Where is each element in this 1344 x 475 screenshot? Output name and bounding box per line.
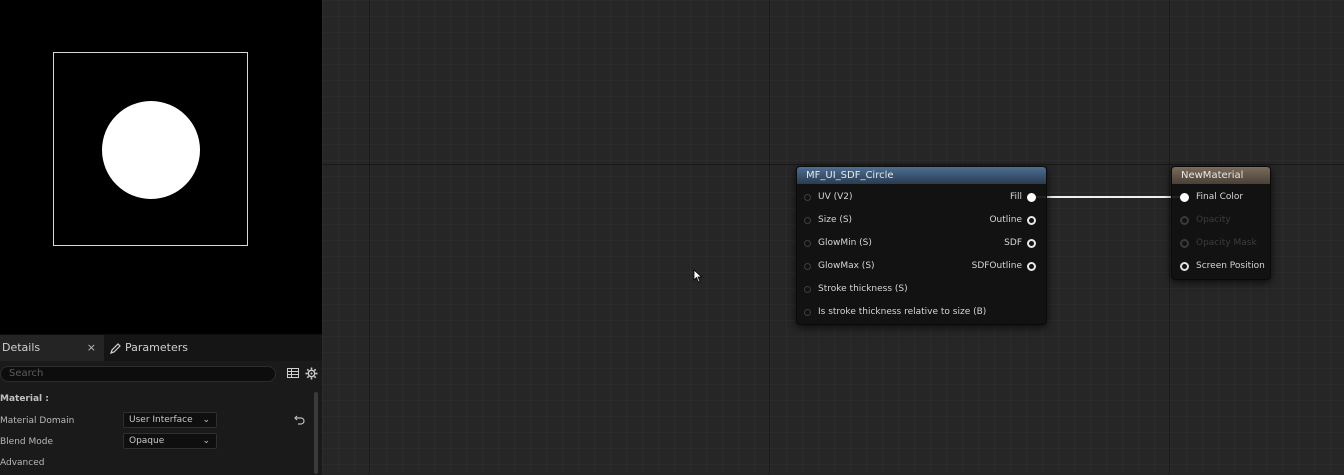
input-pin-final-color[interactable]: [1180, 193, 1189, 202]
chevron-down-icon: ⌄: [202, 415, 210, 425]
blend-mode-label: Blend Mode: [0, 437, 54, 447]
chevron-down-icon: ⌄: [202, 436, 210, 446]
output-label-outline: Outline: [989, 215, 1022, 225]
search-placeholder: Search: [9, 368, 44, 379]
input-pin-opacity-mask[interactable]: [1180, 239, 1189, 248]
table-view-icon[interactable]: [287, 367, 299, 379]
input-pin-uv[interactable]: [804, 194, 811, 201]
input-label-screen-position: Screen Position: [1196, 261, 1265, 271]
input-label-uv: UV (V2): [818, 192, 853, 202]
input-label-glowmin: GlowMin (S): [818, 238, 872, 248]
input-pin-screen-position[interactable]: [1180, 262, 1189, 271]
input-label-final-color: Final Color: [1196, 192, 1244, 202]
details-panel: Details × Parameters: [0, 334, 322, 475]
blend-mode-row: Blend Mode Opaque ⌄: [0, 433, 310, 451]
advanced-section-label[interactable]: Advanced: [0, 458, 44, 468]
close-icon[interactable]: ×: [87, 335, 96, 361]
input-label-opacity-mask: Opacity Mask: [1196, 238, 1257, 248]
tab-details-label: Details: [2, 341, 41, 354]
output-label-sdf: SDF: [1004, 238, 1022, 248]
blend-mode-value: Opaque: [129, 436, 165, 446]
pencil-icon: [110, 342, 121, 354]
mouse-cursor-icon: [693, 269, 703, 283]
input-pin-stroke-thickness[interactable]: [804, 286, 811, 293]
node-title: NewMaterial: [1172, 167, 1270, 184]
output-pin-outline[interactable]: [1027, 216, 1036, 225]
connection-wire[interactable]: [1035, 196, 1183, 198]
material-domain-row: Material Domain User Interface ⌄: [0, 412, 310, 430]
preview-circle-shape: [102, 101, 200, 199]
material-domain-dropdown[interactable]: User Interface ⌄: [123, 412, 217, 428]
tab-parameters-label: Parameters: [125, 341, 188, 354]
tab-parameters[interactable]: Parameters: [110, 335, 230, 361]
node-title: MF_UI_SDF_Circle: [797, 167, 1046, 184]
search-input[interactable]: Search: [0, 366, 276, 382]
input-pin-size[interactable]: [804, 217, 811, 224]
input-pin-glowmin[interactable]: [804, 240, 811, 247]
blend-mode-dropdown[interactable]: Opaque ⌄: [123, 433, 217, 449]
material-domain-label: Material Domain: [0, 416, 75, 426]
reset-to-default-icon[interactable]: [294, 414, 305, 425]
gear-icon[interactable]: [305, 367, 318, 380]
section-material-header[interactable]: Material :: [0, 394, 49, 404]
output-pin-fill[interactable]: [1027, 193, 1036, 202]
output-label-sdfoutline: SDFOutline: [971, 261, 1022, 271]
details-tabbar: Details × Parameters: [0, 335, 322, 361]
output-label-fill: Fill: [1009, 192, 1022, 202]
input-label-opacity: Opacity: [1196, 215, 1231, 225]
material-domain-value: User Interface: [129, 415, 193, 425]
details-scrollbar[interactable]: [314, 392, 318, 474]
input-pin-opacity[interactable]: [1180, 216, 1189, 225]
input-pin-stroke-relative[interactable]: [804, 309, 811, 316]
input-pin-glowmax[interactable]: [804, 263, 811, 270]
input-label-glowmax: GlowMax (S): [818, 261, 875, 271]
tab-details[interactable]: Details ×: [0, 335, 104, 361]
output-pin-sdfoutline[interactable]: [1027, 262, 1036, 271]
input-label-size: Size (S): [818, 215, 853, 225]
output-pin-sdf[interactable]: [1027, 239, 1036, 248]
preview-viewport[interactable]: [0, 0, 322, 334]
input-label-stroke-relative: Is stroke thickness relative to size (B): [818, 307, 987, 317]
input-label-stroke-thickness: Stroke thickness (S): [818, 284, 908, 294]
